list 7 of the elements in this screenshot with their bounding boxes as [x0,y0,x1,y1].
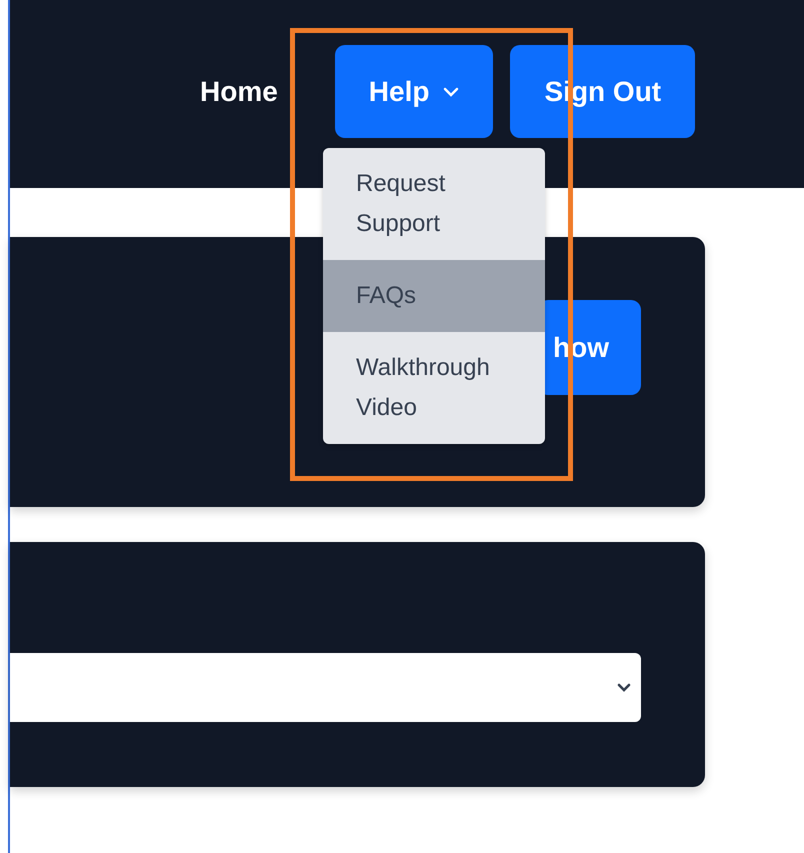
help-dropdown-button[interactable]: Help [334,45,494,138]
select-field[interactable] [10,653,641,722]
menu-item[interactable]: FAQs [323,260,545,332]
menu-item[interactable]: Request Support [323,148,545,260]
chevron-down-icon [443,86,460,96]
home-link[interactable]: Home [190,45,288,138]
chevron-down-icon [617,683,631,692]
